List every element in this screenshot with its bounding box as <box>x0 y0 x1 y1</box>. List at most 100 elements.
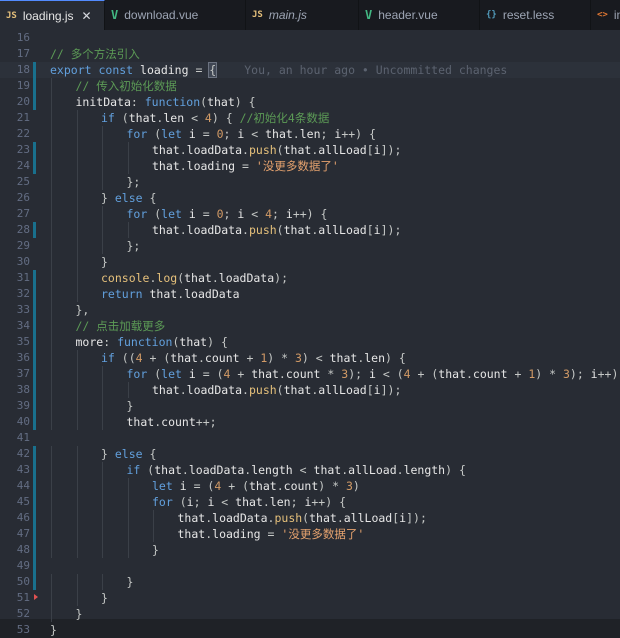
code-token: = <box>189 63 210 77</box>
line-number: 22 <box>0 126 30 142</box>
code-line[interactable]: 45for (i; i < that.len; i++) { <box>0 494 620 510</box>
code-line[interactable]: 35more: function(that) { <box>0 334 620 350</box>
code-token: that <box>438 367 466 381</box>
git-modified-marker <box>33 222 36 238</box>
tab-header-vue[interactable]: Vheader.vue <box>359 0 480 30</box>
indent-guide <box>102 478 103 494</box>
code-token: ) * <box>267 351 295 365</box>
indent-guide <box>77 238 78 254</box>
code-text: for (let i = (4 + that.count * 3); i < (… <box>127 366 620 382</box>
code-line[interactable]: 43if (that.loadData.length < that.allLoa… <box>0 462 620 478</box>
code-line[interactable]: 20initData: function(that) { <box>0 94 620 110</box>
indent-guide <box>77 350 78 366</box>
close-tab-icon[interactable]: ✕ <box>82 9 92 23</box>
code-line[interactable]: 22for (let i = 0; i < that.len; i++) { <box>0 126 620 142</box>
code-text: for (i; i < that.len; i++) { <box>152 494 346 510</box>
code-token: that <box>152 383 180 397</box>
tab-reset-less[interactable]: {}reset.less <box>480 0 591 30</box>
git-modified-marker <box>33 318 36 334</box>
code-line[interactable]: 51} <box>0 590 620 606</box>
code-line[interactable]: 40that.count++; <box>0 414 620 430</box>
code-token: let <box>161 367 182 381</box>
indent-guide <box>102 494 103 510</box>
code-line[interactable]: 18export const loading = {You, an hour a… <box>0 62 620 78</box>
code-line[interactable]: 29}; <box>0 238 620 254</box>
code-line[interactable]: 47that.loading = '没更多数据了' <box>0 526 620 542</box>
code-line[interactable]: 34 // 点击加载更多 <box>0 318 620 334</box>
code-token: log <box>156 271 177 285</box>
code-line[interactable]: 19// 传入初始化数据 <box>0 78 620 94</box>
tab-index-html[interactable]: <>index.html <box>591 0 620 30</box>
code-token: let <box>161 207 182 221</box>
code-line[interactable]: 30} <box>0 254 620 270</box>
tab-loading-js[interactable]: JSloading.js✕ <box>0 0 105 30</box>
code-line[interactable]: 27for (let i = 0; i < 4; i++) { <box>0 206 620 222</box>
code-text: that.loading = '没更多数据了' <box>152 158 339 174</box>
code-line[interactable]: 23that.loadData.push(that.allLoad[i]); <box>0 142 620 158</box>
matched-brace: { <box>209 63 216 77</box>
code-line[interactable]: 52} <box>0 606 620 622</box>
code-line[interactable]: 17// 多个方法引入 <box>0 46 620 62</box>
code-token: 0 <box>217 207 224 221</box>
line-number: 34 <box>0 318 30 334</box>
code-line[interactable]: 36if ((4 + (that.count + 1) * 3) < that.… <box>0 350 620 366</box>
code-line[interactable]: 53} <box>0 622 620 638</box>
code-line[interactable]: 42 } else { <box>0 446 620 462</box>
code-token: ( <box>147 367 161 381</box>
indent-guide <box>77 478 78 494</box>
indent-guide <box>51 462 52 478</box>
indent-guide <box>102 574 103 590</box>
code-line[interactable]: 24that.loading = '没更多数据了' <box>0 158 620 174</box>
code-token: 3 <box>295 351 302 365</box>
code-line[interactable]: 25}; <box>0 174 620 190</box>
code-line[interactable]: 39} <box>0 398 620 414</box>
code-line[interactable]: 31console.log(that.loadData); <box>0 270 620 286</box>
code-text: // 点击加载更多 <box>76 318 166 334</box>
indent-guide <box>102 142 103 158</box>
code-token: ++) { <box>341 127 376 141</box>
indent-guide <box>51 574 52 590</box>
code-token: 4 <box>205 111 212 125</box>
code-token: loadData <box>187 143 242 157</box>
tab-main-js[interactable]: JSmain.js <box>246 0 359 30</box>
line-number: 49 <box>0 558 30 574</box>
code-line[interactable]: 26} else { <box>0 190 620 206</box>
code-token: that <box>127 415 155 429</box>
code-token: ++) { <box>293 207 328 221</box>
indent-guide <box>77 462 78 478</box>
code-line[interactable]: 48} <box>0 542 620 558</box>
code-line[interactable]: 21if (that.len < 4) { //初始化4条数据 <box>0 110 620 126</box>
code-token: [ <box>367 223 374 237</box>
tab-label: header.vue <box>378 8 437 22</box>
code-line[interactable]: 46that.loadData.push(that.allLoad[i]); <box>0 510 620 526</box>
code-line[interactable]: 28that.loadData.push(that.allLoad[i]); <box>0 222 620 238</box>
code-text: }; <box>127 238 141 254</box>
code-text: } <box>101 254 108 270</box>
code-line[interactable]: 38that.loadData.push(that.allLoad[i]); <box>0 382 620 398</box>
code-line[interactable]: 49 <box>0 558 620 574</box>
code-line[interactable]: 37for (let i = (4 + that.count * 3); i <… <box>0 366 620 382</box>
code-line[interactable]: 32return that.loadData <box>0 286 620 302</box>
code-token: i <box>180 479 187 493</box>
code-editor[interactable]: 1617// 多个方法引入18export const loading = {Y… <box>0 30 620 619</box>
code-line[interactable]: 44let i = (4 + (that.count) * 3) <box>0 478 620 494</box>
code-token: < <box>214 495 235 509</box>
line-number: 42 <box>0 446 30 462</box>
code-text: } else { <box>101 446 156 462</box>
code-token: ) * <box>535 367 563 381</box>
code-token: < <box>293 463 314 477</box>
tab-download-vue[interactable]: Vdownload.vue <box>105 0 246 30</box>
code-token: allLoad <box>344 511 392 525</box>
indent-guide <box>102 222 103 238</box>
code-token: //初始化4条数据 <box>240 111 330 125</box>
code-token: that <box>265 127 293 141</box>
code-token: . <box>242 223 249 237</box>
code-token: . <box>182 463 189 477</box>
code-text: // 多个方法引入 <box>50 46 140 62</box>
line-number: 51 <box>0 590 30 606</box>
code-line[interactable]: 33}, <box>0 302 620 318</box>
code-line[interactable]: 16 <box>0 30 620 46</box>
line-number: 16 <box>0 30 30 46</box>
code-line[interactable]: 41 <box>0 430 620 446</box>
code-line[interactable]: 50} <box>0 574 620 590</box>
